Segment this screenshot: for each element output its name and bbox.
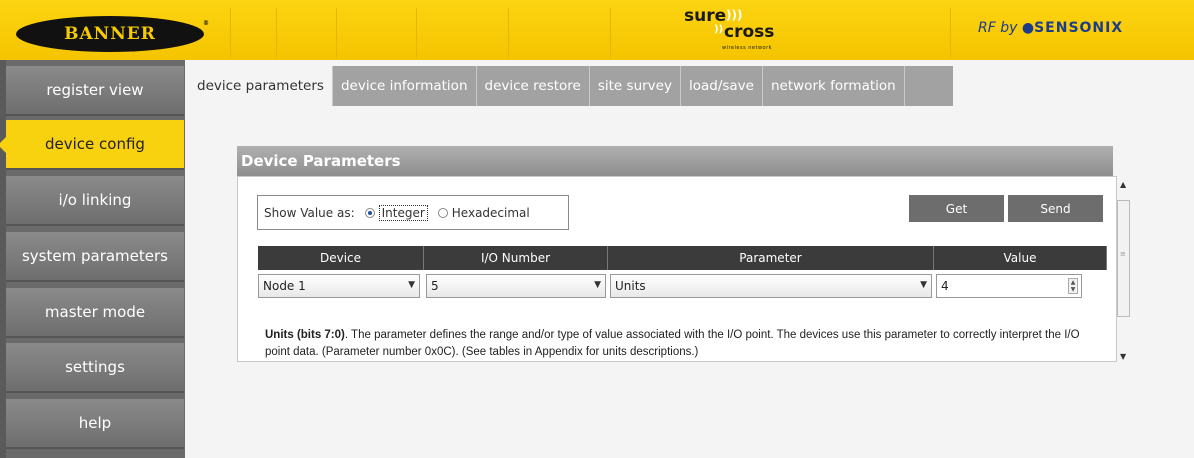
sidebar-item-label: register view [46, 81, 144, 99]
radio-integer-label: Integer [378, 204, 428, 221]
value-input-text: 4 [941, 279, 949, 293]
wave-icon: ))) [726, 8, 743, 22]
sidebar-item-help[interactable]: help [6, 399, 184, 449]
value-input[interactable]: 4 ▲ ▼ [936, 274, 1082, 298]
scrollbar[interactable]: ▲ ≡ ▼ [1116, 180, 1132, 366]
col-header-parameter: Parameter [608, 246, 934, 270]
device-select-value: Node 1 [263, 279, 306, 293]
value-spinner-icon[interactable]: ▲ ▼ [1068, 278, 1078, 294]
scroll-grip-icon: ≡ [1120, 250, 1126, 258]
sidebar-item-register-view[interactable]: register view [6, 66, 184, 116]
top-banner: BANNER ® sure ))) )) cross wireless netw… [0, 0, 1194, 60]
sidebar-item-label: system parameters [21, 247, 168, 265]
sidebar-item-io-linking[interactable]: i/o linking [6, 176, 184, 226]
sidebar-item-settings[interactable]: settings [6, 343, 184, 393]
radio-hexadecimal[interactable] [437, 207, 448, 218]
registered-mark: ® [203, 20, 210, 27]
tab-device-parameters[interactable]: device parameters [189, 66, 333, 106]
panel-title: Device Parameters [237, 146, 1113, 176]
dropdown-arrow-icon: ▼ [594, 280, 601, 290]
scroll-thumb[interactable] [1117, 200, 1130, 317]
tab-row: device parameters device information dev… [189, 66, 953, 106]
surecross-sure: sure [684, 6, 727, 26]
dropdown-arrow-icon: ▼ [920, 280, 927, 290]
sensonix-label: SENSONIX [1034, 20, 1124, 36]
get-button[interactable]: Get [909, 195, 1004, 222]
header-divider [230, 8, 231, 58]
banner-logo: BANNER ® [16, 16, 209, 52]
parameter-select-value: Units [615, 279, 646, 293]
radio-hex-option[interactable]: Hexadecimal [437, 205, 530, 220]
banner-logo-text: BANNER [64, 24, 156, 44]
tab-bar: device parameters device information dev… [185, 66, 1194, 106]
io-number-select-value: 5 [431, 279, 439, 293]
parameter-description: Units (bits 7:0). The parameter defines … [265, 327, 1095, 361]
sidebar-item-device-config[interactable]: device config [0, 120, 184, 170]
rf-by-sensonix: RF by ●SENSONIX [978, 20, 1123, 36]
description-title: Units (bits 7:0) [265, 329, 345, 341]
sidebar-item-label: master mode [44, 303, 146, 321]
sidebar-item-label: device config [45, 135, 145, 153]
sidebar-item-label: i/o linking [58, 191, 132, 209]
surecross-cross: cross [724, 22, 775, 42]
header-divider [336, 8, 337, 58]
header-divider [276, 8, 277, 58]
col-header-value: Value [934, 246, 1107, 270]
scroll-up-icon[interactable]: ▲ [1120, 180, 1126, 189]
header-divider [950, 8, 951, 58]
sidebar-item-label: settings [65, 358, 125, 376]
header-divider [416, 8, 417, 58]
sidebar-item-system-parameters[interactable]: system parameters [6, 232, 184, 282]
tab-load-save[interactable]: load/save [681, 66, 763, 106]
tab-site-survey[interactable]: site survey [590, 66, 681, 106]
sensonix-icon: ● [1021, 20, 1035, 36]
header-divider [610, 8, 611, 58]
col-header-io-number: I/O Number [424, 246, 608, 270]
header-divider [508, 8, 509, 58]
surecross-tagline: wireless network [722, 45, 773, 51]
radio-hex-label: Hexadecimal [451, 205, 530, 220]
scroll-down-icon[interactable]: ▼ [1120, 352, 1126, 361]
dropdown-arrow-icon: ▼ [408, 280, 415, 290]
sidebar-item-label: help [78, 414, 112, 432]
sidebar-item-master-mode[interactable]: master mode [6, 288, 184, 338]
radio-integer-option[interactable]: Integer [364, 204, 428, 221]
surecross-logo: sure ))) )) cross wireless network [684, 6, 804, 56]
description-text: . The parameter defines the range and/or… [265, 329, 1080, 358]
tab-device-information[interactable]: device information [333, 66, 477, 106]
device-select[interactable]: Node 1 ▼ [258, 274, 420, 298]
wave-icon: )) [714, 24, 724, 35]
tab-network-formation[interactable]: network formation [763, 66, 905, 106]
col-header-device: Device [258, 246, 424, 270]
show-value-label: Show Value as: [264, 205, 355, 220]
send-button[interactable]: Send [1008, 195, 1103, 222]
show-value-group: Show Value as: Integer Hexadecimal [257, 195, 569, 230]
parameter-select[interactable]: Units ▼ [610, 274, 932, 298]
io-number-select[interactable]: 5 ▼ [426, 274, 606, 298]
radio-integer[interactable] [364, 207, 375, 218]
rf-by-label: RF by [978, 20, 1018, 36]
tab-device-restore[interactable]: device restore [477, 66, 590, 106]
